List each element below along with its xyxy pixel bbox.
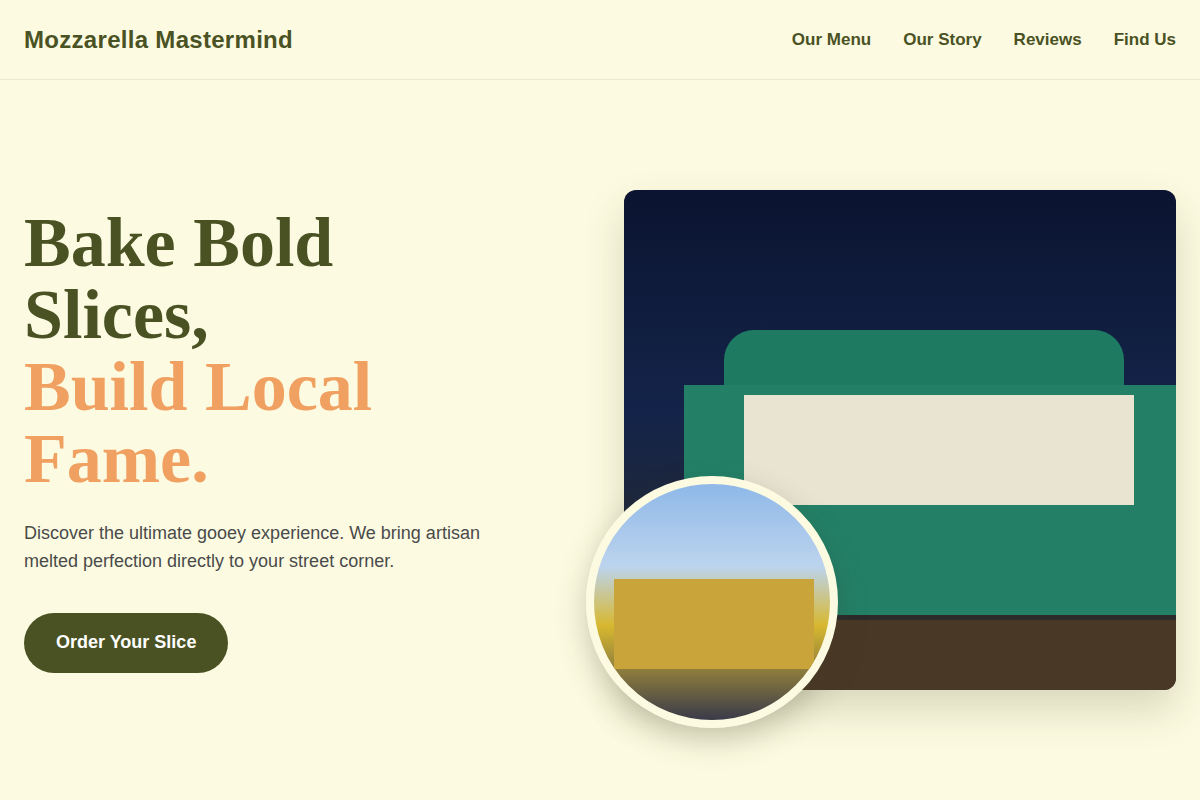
nav-link[interactable]: Our Menu xyxy=(792,30,871,50)
landing-page: Mozzarella Mastermind Our Menu Our Story R… xyxy=(0,0,1200,800)
headline-main: Bake Bold Slices, xyxy=(24,207,464,351)
nav-link[interactable]: Find Us xyxy=(1114,30,1176,50)
main-nav: Our Menu Our Story Reviews Find Us xyxy=(792,30,1176,50)
hero-description: Discover the ultimate gooey experience. … xyxy=(24,519,534,575)
headline-highlight: Build Local Fame. xyxy=(24,351,464,495)
nav-link[interactable]: Our Story xyxy=(903,30,981,50)
hero-section: Bake Bold Slices, Build Local Fame. Disc… xyxy=(0,80,1200,799)
vendor-photo xyxy=(586,476,838,728)
hero-text: Bake Bold Slices, Build Local Fame. Disc… xyxy=(24,207,584,673)
hero-media xyxy=(624,190,1176,690)
truck-roof-shape xyxy=(724,330,1124,385)
hero-headline: Bake Bold Slices, Build Local Fame. xyxy=(24,207,464,495)
order-button[interactable]: Order Your Slice xyxy=(24,613,228,673)
logo[interactable]: Mozzarella Mastermind xyxy=(24,26,293,54)
site-header: Mozzarella Mastermind Our Menu Our Story R… xyxy=(0,0,1200,80)
truck-window-shape xyxy=(744,395,1134,505)
nav-link[interactable]: Reviews xyxy=(1014,30,1082,50)
stall-shape xyxy=(614,579,814,669)
